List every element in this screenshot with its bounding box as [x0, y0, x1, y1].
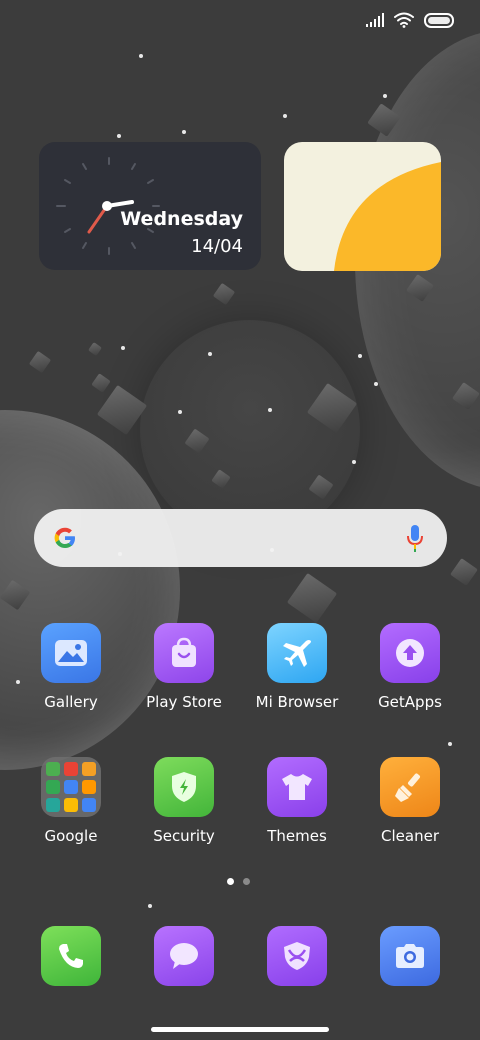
wallpaper-star [352, 460, 356, 464]
app-play-store[interactable]: Play Store [134, 623, 234, 711]
wallpaper-star [448, 742, 452, 746]
wifi-icon [394, 12, 414, 28]
home-screen: Wednesday 14/04 Gallery Play Store Mi Br… [0, 0, 480, 1040]
clock-widget[interactable]: Wednesday 14/04 [39, 142, 261, 270]
wallpaper-cube [88, 342, 102, 356]
brush-icon [380, 757, 440, 817]
dock-messages[interactable] [154, 926, 214, 986]
app-label: Google [44, 827, 98, 845]
app-label: Security [153, 827, 215, 845]
page-indicator[interactable] [227, 878, 250, 885]
google-g-icon [54, 527, 75, 548]
app-label: Gallery [44, 693, 98, 711]
wallpaper-cube [212, 282, 236, 306]
wallpaper-cube [450, 558, 478, 586]
page-dot-active[interactable] [227, 878, 234, 885]
clock-day-label: Wednesday [120, 208, 243, 230]
wallpaper-star [374, 382, 378, 386]
dock-camera[interactable] [380, 926, 440, 986]
app-label: Cleaner [381, 827, 439, 845]
message-icon [154, 926, 214, 986]
wallpaper-cube [28, 350, 52, 374]
wallpaper-star [148, 904, 152, 908]
dock-browser[interactable] [267, 926, 327, 986]
app-getapps[interactable]: GetApps [360, 623, 460, 711]
app-cleaner[interactable]: Cleaner [360, 757, 460, 845]
signal-bars-icon [366, 13, 384, 27]
wallpaper-star [268, 408, 272, 412]
home-indicator[interactable] [151, 1027, 329, 1032]
app-label: GetApps [378, 693, 442, 711]
wallpaper-star [16, 680, 20, 684]
wallpaper-bubble [140, 320, 360, 540]
status-bar [366, 12, 454, 28]
wallpaper-star [139, 54, 143, 58]
wallpaper-star [182, 130, 186, 134]
upload-arrow-icon [380, 623, 440, 683]
tshirt-icon [267, 757, 327, 817]
wallpaper-star [117, 134, 121, 138]
phone-icon [41, 926, 101, 986]
shield-bolt-icon [154, 757, 214, 817]
app-label: Mi Browser [255, 693, 339, 711]
wallpaper-star [383, 94, 387, 98]
camera-icon [380, 926, 440, 986]
app-label: Themes [267, 827, 327, 845]
app-mi-browser[interactable]: Mi Browser [247, 623, 347, 711]
wallpaper-star [208, 352, 212, 356]
wallpaper-cube [286, 572, 338, 624]
battery-icon [424, 12, 454, 28]
app-label: Play Store [146, 693, 222, 711]
wallpaper-star [178, 410, 182, 414]
airplane-icon [267, 623, 327, 683]
microphone-icon[interactable] [405, 523, 425, 553]
notes-widget-graphic [334, 162, 441, 271]
folder-icon [41, 757, 101, 817]
wallpaper-star [121, 346, 125, 350]
shield-browser-icon [267, 926, 327, 986]
app-security[interactable]: Security [134, 757, 234, 845]
app-themes[interactable]: Themes [247, 757, 347, 845]
clock-date-label: 14/04 [191, 236, 243, 257]
dock-phone[interactable] [41, 926, 101, 986]
page-dot[interactable] [243, 878, 250, 885]
gallery-icon [41, 623, 101, 683]
shopping-bag-icon [154, 623, 214, 683]
wallpaper-cube [91, 373, 111, 393]
google-search-bar[interactable] [34, 509, 447, 567]
notes-widget[interactable] [284, 142, 441, 271]
app-folder-google[interactable]: Google [21, 757, 121, 845]
wallpaper-star [358, 354, 362, 358]
wallpaper-star [283, 114, 287, 118]
app-gallery[interactable]: Gallery [21, 623, 121, 711]
